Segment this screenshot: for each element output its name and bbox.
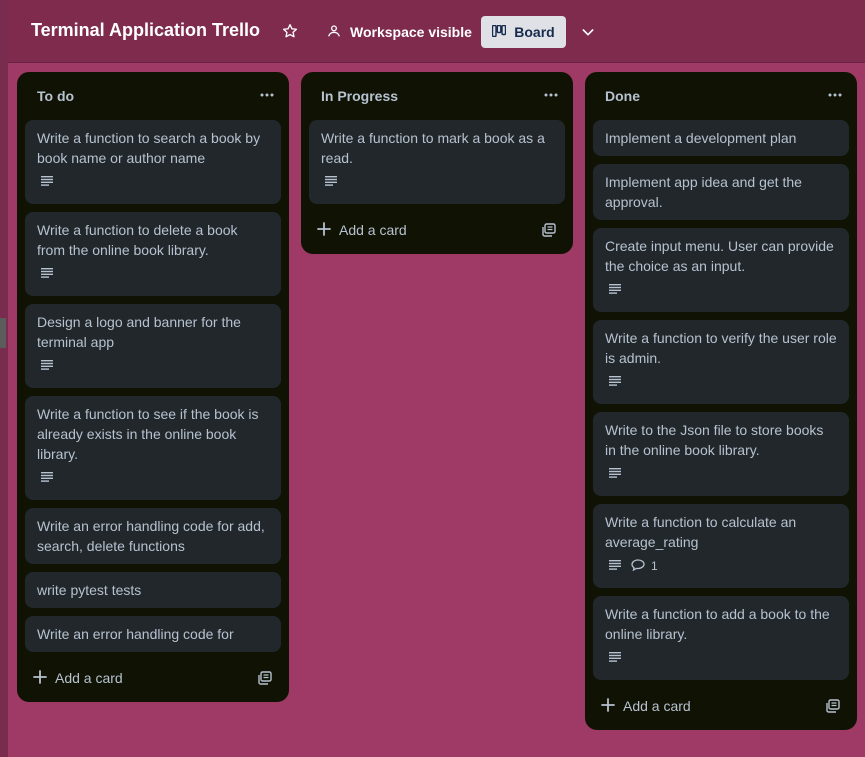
card-title: write pytest tests	[37, 582, 142, 598]
card-title: Write a function to calculate an average…	[605, 514, 797, 550]
list-card[interactable]: Write a function to mark a book as a rea…	[309, 120, 565, 204]
card-title: Implement app idea and get the approval.	[605, 174, 802, 210]
card-title: Write to the Json file to store books in…	[605, 422, 824, 458]
visibility-label: Workspace visible	[350, 24, 472, 40]
list-in-progress: In Progress Write a function to mark a b…	[301, 72, 573, 254]
card-badges	[37, 468, 269, 488]
list-card[interactable]: Write a function to see if the book is a…	[25, 396, 281, 500]
list-done: Done Implement a development plan Implem…	[585, 72, 857, 730]
description-icon	[609, 373, 621, 391]
more-icon[interactable]	[823, 85, 847, 105]
template-icon[interactable]	[253, 666, 277, 690]
card-badges	[37, 172, 269, 192]
trello-board: Terminal Application Trello Workspace vi…	[0, 0, 865, 757]
description-icon	[609, 649, 621, 667]
card-title: Design a logo and banner for the termina…	[37, 314, 241, 350]
description-icon	[609, 557, 621, 575]
description-icon	[41, 173, 53, 191]
list-title[interactable]: In Progress	[321, 88, 398, 104]
description-icon	[41, 265, 53, 283]
board-icon	[492, 24, 507, 40]
list-header: To do	[17, 72, 289, 120]
list-card[interactable]: Write a function to calculate an average…	[593, 504, 849, 588]
add-card-button[interactable]: Add a card	[593, 690, 691, 722]
card-title: Write a function to see if the book is a…	[37, 406, 259, 462]
comment-badge: 1	[631, 558, 658, 574]
description-icon	[41, 469, 53, 487]
add-card-button[interactable]: Add a card	[309, 214, 407, 246]
list-card[interactable]: Write a function to delete a book from t…	[25, 212, 281, 296]
comment-icon	[631, 558, 645, 574]
list-card[interactable]: Write a function to verify the user role…	[593, 320, 849, 404]
chevron-down-icon[interactable]	[576, 20, 600, 44]
card-title: Write an error handling code for	[37, 626, 234, 642]
card-badges	[37, 264, 269, 284]
card-title: Write a function to search a book by boo…	[37, 130, 261, 166]
template-icon[interactable]	[537, 218, 561, 242]
list-card[interactable]: Implement app idea and get the approval.	[593, 164, 849, 220]
card-badges	[605, 648, 837, 668]
list-card[interactable]: Write an error handling code for add, se…	[25, 508, 281, 564]
star-icon[interactable]	[280, 21, 300, 41]
list-card[interactable]: write pytest tests	[25, 572, 281, 608]
card-badges	[605, 464, 837, 484]
list-to-do: To do Write a function to search a book …	[17, 72, 289, 702]
more-icon[interactable]	[539, 85, 563, 105]
description-icon	[609, 465, 621, 483]
plus-icon	[601, 697, 615, 715]
list-card[interactable]: Create input menu. User can provide the …	[593, 228, 849, 312]
plus-icon	[33, 669, 47, 687]
list-card[interactable]: Write a function to search a book by boo…	[25, 120, 281, 204]
add-card-label: Add a card	[623, 698, 691, 714]
card-badges	[605, 280, 837, 300]
card-title: Write a function to add a book to the on…	[605, 606, 830, 642]
plus-icon	[317, 221, 331, 239]
sidebar-handle[interactable]	[0, 318, 6, 348]
card-title: Implement a development plan	[605, 130, 797, 146]
list-card[interactable]: Write to the Json file to store books in…	[593, 412, 849, 496]
description-icon	[41, 357, 53, 375]
board-view-button[interactable]: Board	[481, 16, 566, 48]
comment-count: 1	[651, 559, 658, 573]
card-title: Write a function to delete a book from t…	[37, 222, 238, 258]
board-view-label: Board	[514, 24, 555, 40]
add-card-label: Add a card	[339, 222, 407, 238]
board-title[interactable]: Terminal Application Trello	[31, 20, 260, 41]
add-card-button[interactable]: Add a card	[25, 662, 123, 694]
card-title: Write a function to verify the user role…	[605, 330, 837, 366]
card-badges	[37, 356, 269, 376]
list-header: Done	[585, 72, 857, 120]
card-badges	[321, 172, 553, 192]
list-card[interactable]: Write an error handling code for	[25, 616, 281, 652]
list-card[interactable]: Design a logo and banner for the termina…	[25, 304, 281, 388]
description-icon	[325, 173, 337, 191]
card-badges: 1	[605, 556, 837, 576]
visibility-button[interactable]: Workspace visible	[320, 18, 478, 46]
card-title: Write a function to mark a book as a rea…	[321, 130, 545, 166]
left-sidebar-edge	[0, 0, 8, 757]
list-card[interactable]: Implement a development plan	[593, 120, 849, 156]
template-icon[interactable]	[821, 694, 845, 718]
more-icon[interactable]	[255, 85, 279, 105]
list-title[interactable]: Done	[605, 88, 640, 104]
people-icon	[326, 23, 342, 42]
board-header: Terminal Application Trello Workspace vi…	[8, 0, 865, 63]
list-header: In Progress	[301, 72, 573, 120]
card-title: Create input menu. User can provide the …	[605, 238, 834, 274]
list-card[interactable]: Write a function to add a book to the on…	[593, 596, 849, 680]
list-title[interactable]: To do	[37, 88, 74, 104]
description-icon	[609, 281, 621, 299]
add-card-label: Add a card	[55, 670, 123, 686]
card-title: Write an error handling code for add, se…	[37, 518, 265, 554]
card-badges	[605, 372, 837, 392]
